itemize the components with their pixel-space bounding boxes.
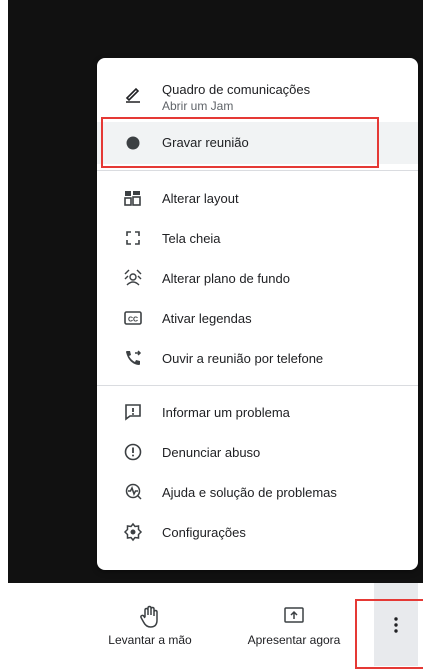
fullscreen-icon: [123, 228, 143, 248]
layout-icon: [123, 188, 143, 208]
highlight-box-record: [101, 117, 379, 168]
menu-item-label: Quadro de comunicações: [162, 82, 311, 97]
phone-forward-icon: [123, 348, 143, 368]
highlight-box-more-options: [355, 599, 423, 669]
menu-item-change-background[interactable]: Alterar plano de fundo: [97, 258, 418, 298]
present-now-button[interactable]: Apresentar agora: [238, 583, 350, 666]
svg-text:CC: CC: [128, 317, 138, 324]
menu-item-whiteboard[interactable]: Quadro de comunicações Abrir um Jam: [97, 70, 418, 118]
raise-hand-button[interactable]: Levantar a mão: [100, 583, 200, 666]
menu-item-label: Alterar plano de fundo: [162, 271, 290, 286]
left-edge: [0, 0, 8, 583]
pen-icon: [123, 84, 143, 104]
help-troubleshoot-icon: [123, 482, 143, 502]
menu-item-label: Ouvir a reunião por telefone: [162, 351, 324, 366]
menu-divider: [97, 385, 418, 386]
menu-item-label: Tela cheia: [162, 231, 221, 246]
settings-icon: [123, 522, 143, 542]
menu-item-label: Configurações: [162, 525, 246, 540]
menu-item-whiteboard-text: Quadro de comunicações Abrir um Jam: [162, 82, 310, 113]
hand-icon: [139, 605, 161, 629]
menu-item-label: Informar um problema: [162, 405, 290, 420]
report-icon: [123, 442, 143, 462]
menu-item-label: Ajuda e solução de problemas: [162, 485, 337, 500]
menu-item-label: Denunciar abuso: [162, 445, 261, 460]
menu-item-captions[interactable]: CC Ativar legendas: [97, 298, 418, 338]
menu-item-help[interactable]: Ajuda e solução de problemas: [97, 472, 418, 512]
feedback-icon: [123, 402, 143, 422]
menu-item-label: Ativar legendas: [162, 311, 252, 326]
menu-item-fullscreen[interactable]: Tela cheia: [97, 218, 418, 258]
menu-item-change-layout[interactable]: Alterar layout: [97, 178, 418, 218]
menu-item-report-problem[interactable]: Informar um problema: [97, 392, 418, 432]
menu-item-sublabel: Abrir um Jam: [162, 99, 234, 113]
background-icon: [123, 268, 143, 288]
menu-item-settings[interactable]: Configurações: [97, 512, 418, 552]
captions-icon: CC: [123, 308, 143, 328]
menu-item-label: Alterar layout: [162, 191, 239, 206]
present-now-label: Apresentar agora: [247, 633, 341, 647]
menu-item-report-abuse[interactable]: Denunciar abuso: [97, 432, 418, 472]
present-screen-icon: [283, 605, 305, 625]
raise-hand-label: Levantar a mão: [108, 633, 192, 647]
menu-item-phone-audio[interactable]: Ouvir a reunião por telefone: [97, 338, 418, 378]
menu-divider: [97, 170, 418, 171]
